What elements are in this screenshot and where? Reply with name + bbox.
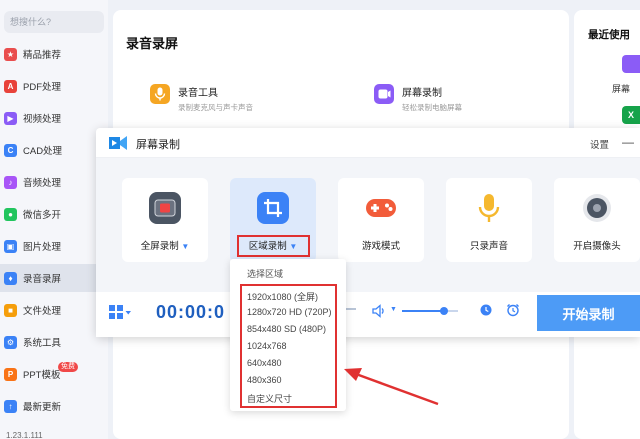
mic-icon	[150, 84, 170, 104]
divider-dash	[346, 308, 356, 310]
sidebar-item-label: 精品推荐	[23, 50, 62, 61]
sidebar-item-wechat[interactable]: ● 微信多开	[0, 200, 108, 228]
excel-icon[interactable]: X	[622, 106, 640, 124]
settings-button[interactable]: 设置	[590, 137, 609, 151]
minimize-button[interactable]: —	[622, 135, 634, 149]
page-title: 录音录屏	[126, 36, 179, 51]
video-icon: ▶	[4, 111, 17, 125]
sidebar-item-ppt[interactable]: P PPT模板 免费	[0, 360, 108, 388]
mode-game[interactable]: 游戏模式	[338, 178, 424, 262]
volume-thumb[interactable]	[440, 307, 448, 315]
sidebar-item-label: 系统工具	[23, 338, 62, 349]
tool-audio-recorder[interactable]: 录音工具 录制麦克风与声卡声音	[150, 84, 253, 113]
fullscreen-record-icon	[149, 192, 181, 224]
tool-name: 屏幕录制	[402, 88, 442, 99]
app-logo-icon	[109, 136, 127, 150]
sidebar-item-label: 视频处理	[23, 114, 62, 125]
mode-label: 全屏录制	[140, 241, 179, 252]
recent-title: 最近使用	[588, 29, 630, 41]
highlight-box-options	[240, 284, 337, 408]
sidebar-item-cad[interactable]: C CAD处理	[0, 136, 108, 164]
timer-display: 00:00:0	[156, 302, 226, 322]
mode-webcam[interactable]: 开启摄像头	[554, 178, 640, 262]
mic-icon: ♦	[4, 271, 17, 285]
mode-label: 游戏模式	[361, 241, 400, 252]
volume-fill	[402, 310, 444, 312]
sidebar-item-featured[interactable]: ★ 精品推荐	[0, 40, 108, 68]
sidebar-item-updates[interactable]: ↑ 最新更新	[0, 392, 108, 420]
clock-icon[interactable]	[480, 304, 492, 316]
cad-icon: C	[4, 143, 17, 157]
volume-slider[interactable]	[402, 307, 458, 315]
sidebar-item-video[interactable]: ▶ 视频处理	[0, 104, 108, 132]
audio-icon: ♪	[4, 175, 17, 189]
screen-record-window: 屏幕录制 设置 — 全屏录制 ▼ 区域录制 ▼ 游戏模式 只录声音 开启摄像头 …	[96, 128, 640, 337]
tool-name: 录音工具	[178, 88, 218, 99]
highlight-box-region-mode	[237, 235, 310, 257]
mode-label: 只录声音	[469, 241, 508, 252]
update-icon: ↑	[4, 399, 17, 413]
search-input[interactable]: 想搜什么?	[4, 11, 104, 33]
screen-record-icon	[374, 84, 394, 104]
layout-grid-icon[interactable]	[108, 304, 132, 320]
sidebar-item-label: 录音录屏	[23, 274, 62, 285]
sidebar: 想搜什么? ★ 精品推荐 A PDF处理 ▶ 视频处理 C CAD处理 ♪ 音频…	[0, 0, 108, 439]
chevron-down-icon[interactable]: ▼	[181, 242, 189, 251]
sidebar-item-label: 图片处理	[23, 242, 62, 253]
mode-audio-only[interactable]: 只录声音	[446, 178, 532, 262]
mode-fullscreen[interactable]: 全屏录制 ▼	[122, 178, 208, 262]
sidebar-item-label: 微信多开	[23, 210, 62, 221]
sidebar-item-label: PPT模板	[23, 370, 61, 381]
alarm-icon[interactable]	[506, 303, 520, 317]
sidebar-item-pdf[interactable]: A PDF处理	[0, 72, 108, 100]
crop-icon	[257, 192, 289, 224]
sidebar-item-label: 最新更新	[23, 402, 62, 413]
control-bar: 00:00:0 ▼ 开始录制	[96, 292, 640, 337]
pdf-icon: A	[4, 79, 17, 93]
recent-item-label: 屏幕	[612, 84, 631, 94]
wechat-icon: ●	[4, 207, 17, 221]
screen-record-icon[interactable]	[622, 55, 640, 73]
dropdown-header: 选择区域	[247, 269, 284, 279]
sidebar-item-system[interactable]: ⚙ 系统工具	[0, 328, 108, 356]
sidebar-item-label: CAD处理	[23, 146, 63, 157]
tool-screen-recorder[interactable]: 屏幕录制 轻松录制电脑屏幕	[374, 84, 462, 113]
speaker-icon[interactable]	[372, 304, 386, 318]
window-header: 屏幕录制 设置 —	[96, 128, 640, 158]
folder-icon: ■	[4, 303, 17, 317]
sidebar-item-record[interactable]: ♦ 录音录屏	[0, 264, 108, 292]
gamepad-icon	[365, 192, 397, 224]
tool-desc: 录制麦克风与声卡声音	[178, 103, 253, 112]
mode-label: 开启摄像头	[573, 241, 621, 252]
sidebar-item-label: 文件处理	[23, 306, 62, 317]
start-recording-button[interactable]: 开始录制	[537, 295, 640, 331]
ppt-icon: P	[4, 367, 17, 381]
sidebar-item-label: PDF处理	[23, 82, 62, 93]
sidebar-item-label: 音频处理	[23, 178, 62, 189]
chevron-down-icon[interactable]: ▼	[390, 306, 397, 313]
star-icon: ★	[4, 47, 17, 61]
tool-desc: 轻松录制电脑屏幕	[402, 103, 462, 112]
free-badge: 免费	[58, 362, 78, 372]
sidebar-item-image[interactable]: ▣ 图片处理	[0, 232, 108, 260]
window-title: 屏幕录制	[136, 139, 180, 151]
sidebar-item-file[interactable]: ■ 文件处理	[0, 296, 108, 324]
image-icon: ▣	[4, 239, 17, 253]
webcam-icon	[581, 192, 613, 224]
microphone-icon	[473, 192, 505, 224]
gear-icon: ⚙	[4, 335, 17, 349]
version-label: 1.23.1.111	[6, 431, 43, 439]
sidebar-item-audio[interactable]: ♪ 音频处理	[0, 168, 108, 196]
